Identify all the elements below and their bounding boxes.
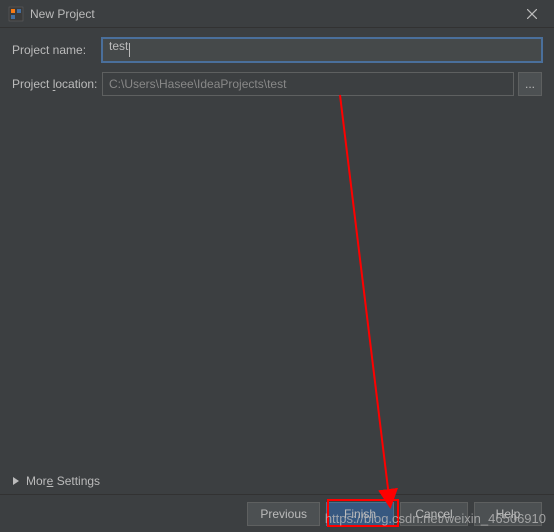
project-name-label: Project name: bbox=[12, 43, 102, 57]
previous-button[interactable]: Previous bbox=[247, 502, 320, 526]
help-button[interactable]: Help bbox=[474, 502, 542, 526]
project-location-input[interactable]: C:\Users\Hasee\IdeaProjects\test bbox=[102, 72, 514, 96]
close-button[interactable] bbox=[518, 0, 546, 28]
more-settings-label: More Settings bbox=[26, 474, 100, 488]
window-title: New Project bbox=[30, 7, 518, 21]
chevron-right-icon bbox=[12, 477, 20, 485]
project-name-input[interactable]: test bbox=[102, 38, 542, 62]
close-icon bbox=[527, 9, 537, 19]
titlebar: New Project bbox=[0, 0, 554, 28]
finish-button[interactable]: Finish bbox=[326, 502, 394, 526]
project-name-row: Project name: test bbox=[12, 38, 542, 62]
project-name-value: test bbox=[109, 39, 128, 53]
dialog-content: Project name: test Project location: C:\… bbox=[0, 28, 554, 116]
project-location-label: Project location: bbox=[12, 77, 102, 91]
more-settings-toggle[interactable]: More Settings bbox=[12, 474, 100, 488]
button-bar: Previous Finish Cancel Help bbox=[0, 494, 554, 532]
cancel-button[interactable]: Cancel bbox=[400, 502, 468, 526]
browse-label: ... bbox=[525, 77, 535, 91]
app-icon bbox=[8, 6, 24, 22]
project-location-value: C:\Users\Hasee\IdeaProjects\test bbox=[109, 77, 286, 91]
browse-button[interactable]: ... bbox=[518, 72, 542, 96]
annotation-arrow bbox=[190, 90, 420, 520]
project-location-row: Project location: C:\Users\Hasee\IdeaPro… bbox=[12, 72, 542, 96]
